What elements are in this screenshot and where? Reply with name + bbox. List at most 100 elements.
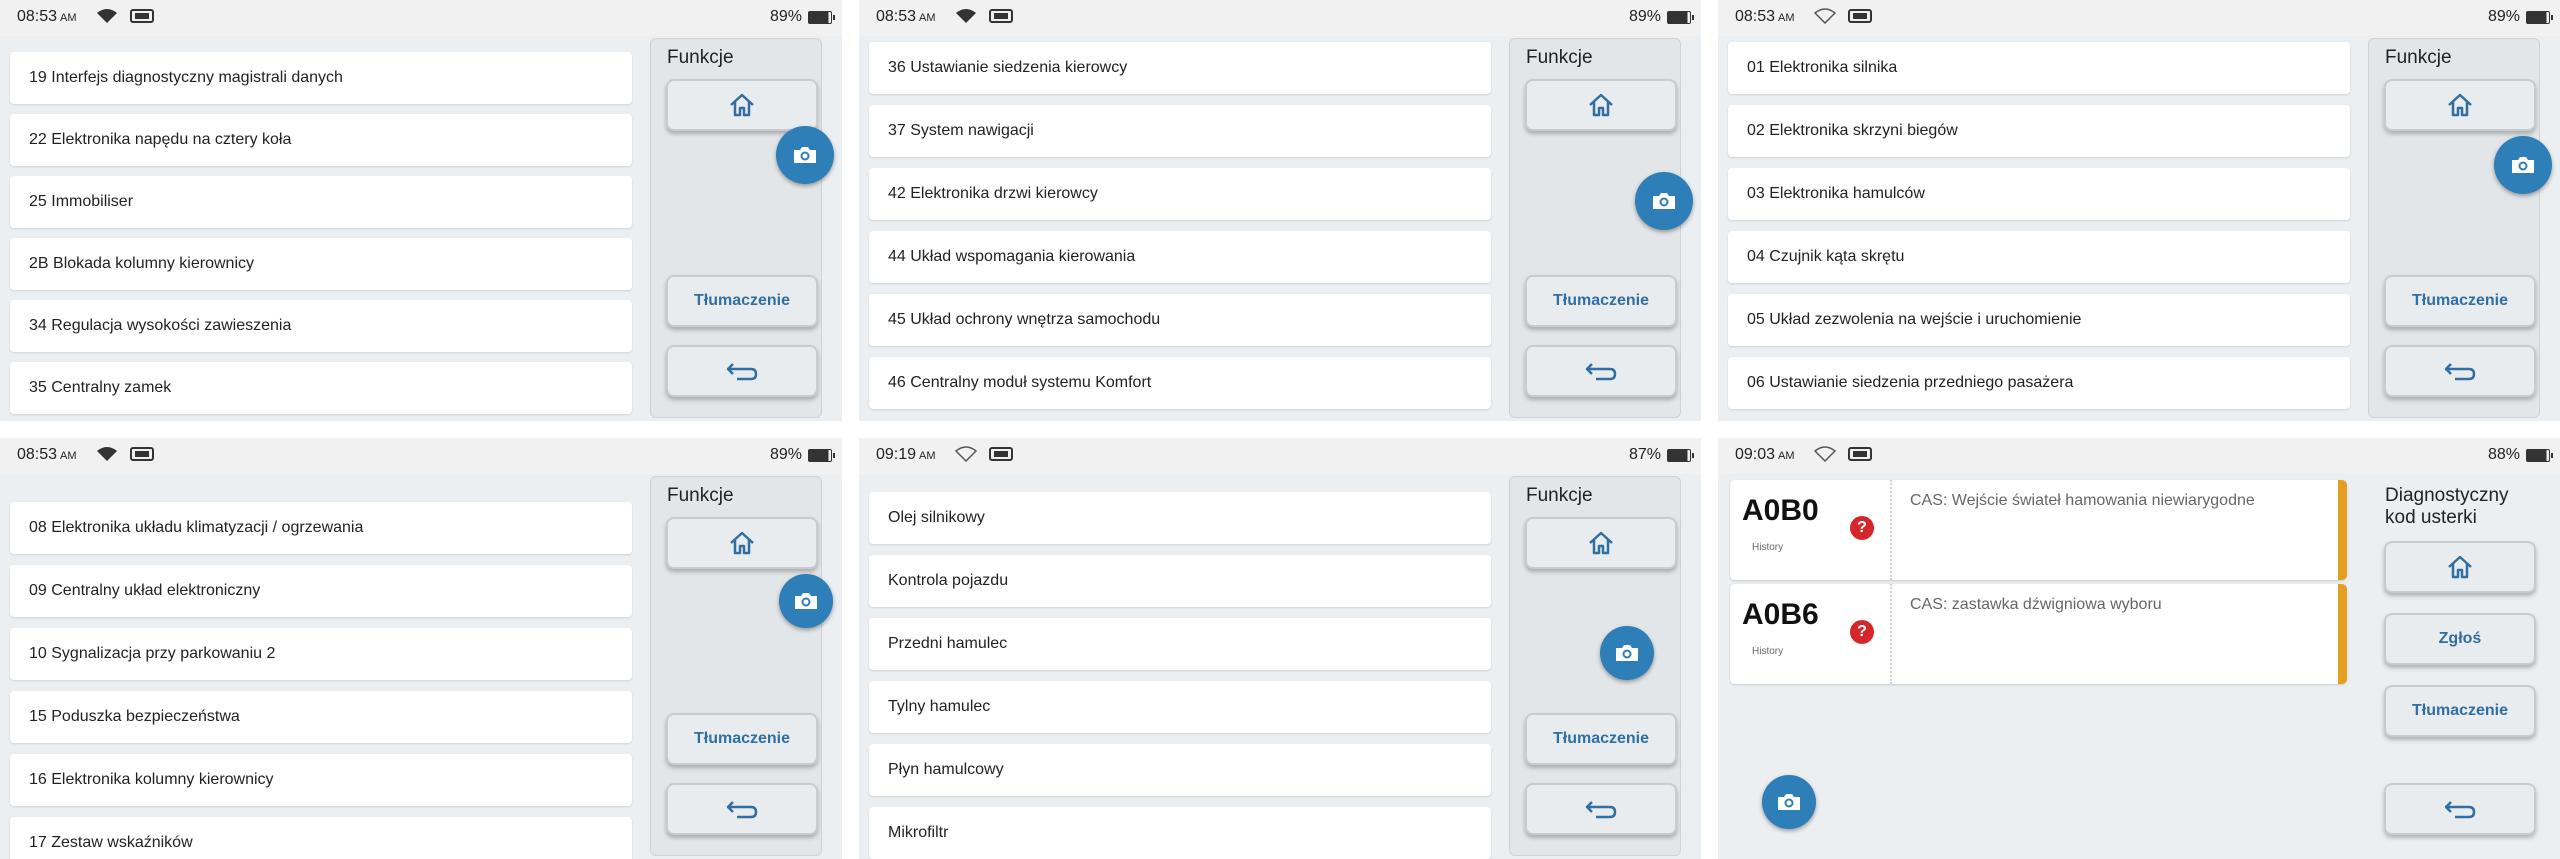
list-item[interactable]: Przedni hamulec bbox=[869, 618, 1491, 670]
translate-button[interactable]: Tłumaczenie bbox=[1525, 275, 1677, 327]
list-item[interactable]: 09 Centralny układ elektroniczny bbox=[10, 565, 632, 617]
status-time: 08:53 AM bbox=[17, 446, 77, 463]
list-item[interactable]: 19 Interfejs diagnostyczny magistrali da… bbox=[10, 52, 632, 104]
list-item[interactable]: 15 Poduszka bezpieczeństwa bbox=[10, 691, 632, 743]
list-item[interactable]: 2B Blokada kolumny kierownicy bbox=[10, 238, 632, 290]
dtc-card[interactable]: A0B6 History ? CAS: zastawka dźwigniowa … bbox=[1730, 584, 2347, 684]
list-item[interactable]: 37 System nawigacji bbox=[869, 105, 1491, 157]
list-item[interactable]: Kontrola pojazdu bbox=[869, 555, 1491, 607]
back-button[interactable] bbox=[1525, 345, 1677, 397]
screenshot-camera-button[interactable] bbox=[776, 126, 834, 184]
list-item[interactable]: 44 Układ wspomagania kierowania bbox=[869, 231, 1491, 283]
status-time: 09:03 AM bbox=[1735, 446, 1795, 463]
list-item[interactable]: 42 Elektronika drzwi kierowcy bbox=[869, 168, 1491, 220]
home-button[interactable] bbox=[666, 517, 818, 569]
list-item[interactable]: 35 Centralny zamek bbox=[10, 362, 632, 414]
question-icon[interactable]: ? bbox=[1850, 516, 1874, 540]
sidebar-title: Diagnostyczny kod usterki bbox=[2385, 485, 2509, 528]
battery-status: 89% bbox=[770, 8, 835, 26]
sidebar-title: Funkcje bbox=[2385, 47, 2452, 68]
list-item[interactable]: 46 Centralny moduł systemu Komfort bbox=[869, 357, 1491, 409]
dtc-history-label: History bbox=[1752, 542, 1784, 553]
list-item[interactable]: 25 Immobiliser bbox=[10, 176, 632, 228]
status-bar: 09:19 AM 87% bbox=[859, 438, 1701, 474]
list-item[interactable]: 05 Układ zezwolenia na wejście i uruchom… bbox=[1728, 294, 2350, 346]
translate-button[interactable]: Tłumaczenie bbox=[2384, 685, 2536, 737]
translate-button[interactable]: Tłumaczenie bbox=[1525, 713, 1677, 765]
question-icon[interactable]: ? bbox=[1850, 620, 1874, 644]
home-button[interactable] bbox=[1525, 517, 1677, 569]
dtc-history-label: History bbox=[1752, 646, 1784, 657]
home-button[interactable] bbox=[666, 79, 818, 131]
wifi-icon bbox=[955, 446, 977, 462]
back-arrow-icon bbox=[2444, 363, 2476, 381]
vci-device-icon bbox=[1848, 9, 1872, 23]
dtc-code-area: A0B6 History ? bbox=[1730, 584, 1892, 684]
battery-icon bbox=[2526, 448, 2553, 462]
battery-icon bbox=[808, 448, 835, 462]
back-arrow-icon bbox=[1585, 363, 1617, 381]
vci-device-icon bbox=[989, 447, 1013, 461]
list-item[interactable]: Tylny hamulec bbox=[869, 681, 1491, 733]
dtc-card[interactable]: A0B0 History ? CAS: Wejście świateł hamo… bbox=[1730, 480, 2347, 580]
back-button[interactable] bbox=[2384, 783, 2536, 835]
list-item[interactable]: Olej silnikowy bbox=[869, 492, 1491, 544]
screen-panel-6: 09:03 AM 88% A0B0 History ? CAS: Wejście … bbox=[1718, 438, 2560, 859]
screen-panel-4: 08:53 AM 89% 08 Elektronika układu klimat… bbox=[0, 438, 842, 859]
back-button[interactable] bbox=[1525, 783, 1677, 835]
home-button[interactable] bbox=[2384, 79, 2536, 131]
camera-icon bbox=[1653, 193, 1675, 209]
back-button[interactable] bbox=[2384, 345, 2536, 397]
sidebar-title: Funkcje bbox=[667, 47, 734, 68]
battery-icon bbox=[2526, 10, 2553, 24]
list-item[interactable]: 08 Elektronika układu klimatyzacji / ogr… bbox=[10, 502, 632, 554]
wifi-icon bbox=[956, 9, 976, 23]
screenshot-camera-button[interactable] bbox=[2494, 136, 2552, 194]
function-sidebar: Funkcje Tłumaczenie bbox=[650, 38, 822, 418]
translate-button[interactable]: Tłumaczenie bbox=[666, 713, 818, 765]
dtc-code-area: A0B0 History ? bbox=[1730, 480, 1892, 580]
screenshot-camera-button[interactable] bbox=[779, 574, 833, 628]
list-item[interactable]: 22 Elektronika napędu na cztery koła bbox=[10, 114, 632, 166]
home-icon bbox=[1589, 93, 1613, 117]
list-item[interactable]: 02 Elektronika skrzyni biegów bbox=[1728, 105, 2350, 157]
back-button[interactable] bbox=[666, 345, 818, 397]
report-button[interactable]: Zgłoś bbox=[2384, 613, 2536, 665]
home-button[interactable] bbox=[1525, 79, 1677, 131]
screen-panel-1: 08:53 AM 89% 19 Interfejs diagnostyczny m… bbox=[0, 0, 842, 421]
list-item[interactable]: 34 Regulacja wysokości zawieszenia bbox=[10, 300, 632, 352]
sidebar-title: Funkcje bbox=[1526, 485, 1593, 506]
list-item[interactable]: 04 Czujnik kąta skrętu bbox=[1728, 231, 2350, 283]
list-item[interactable]: 01 Elektronika silnika bbox=[1728, 42, 2350, 94]
vci-device-icon bbox=[1848, 447, 1872, 461]
status-time: 09:19 AM bbox=[876, 446, 936, 463]
screen-panel-3: 08:53 AM 89% 01 Elektronika silnika 02 El… bbox=[1718, 0, 2560, 421]
screenshot-camera-button[interactable] bbox=[1762, 775, 1816, 829]
dtc-description: CAS: zastawka dźwigniowa wyboru bbox=[1910, 596, 2162, 613]
list-item[interactable]: Mikrofiltr bbox=[869, 807, 1491, 859]
status-bar: 08:53 AM 89% bbox=[0, 0, 842, 36]
wifi-icon bbox=[97, 447, 117, 461]
back-button[interactable] bbox=[666, 783, 818, 835]
camera-icon bbox=[1778, 794, 1800, 810]
translate-button[interactable]: Tłumaczenie bbox=[2384, 275, 2536, 327]
list-item[interactable]: 06 Ustawianie siedzenia przedniego pasaż… bbox=[1728, 357, 2350, 409]
dtc-code: A0B6 bbox=[1742, 598, 1819, 631]
screen-panel-2: 08:53 AM 89% 36 Ustawianie siedzenia kier… bbox=[859, 0, 1701, 421]
screenshot-camera-button[interactable] bbox=[1635, 172, 1693, 230]
battery-status: 87% bbox=[1629, 446, 1694, 464]
list-item[interactable]: 03 Elektronika hamulców bbox=[1728, 168, 2350, 220]
list-item[interactable]: 10 Sygnalizacja przy parkowaniu 2 bbox=[10, 628, 632, 680]
function-sidebar: Funkcje Tłumaczenie bbox=[2368, 38, 2540, 418]
sidebar-title: Funkcje bbox=[1526, 47, 1593, 68]
list-item[interactable]: 17 Zestaw wskaźników bbox=[10, 817, 632, 859]
list-item[interactable]: 36 Ustawianie siedzenia kierowcy bbox=[869, 42, 1491, 94]
home-icon bbox=[730, 93, 754, 117]
list-item[interactable]: Płyn hamulcowy bbox=[869, 744, 1491, 796]
screenshot-camera-button[interactable] bbox=[1600, 626, 1654, 680]
translate-button[interactable]: Tłumaczenie bbox=[666, 275, 818, 327]
battery-status: 89% bbox=[2488, 8, 2553, 26]
home-button[interactable] bbox=[2384, 541, 2536, 593]
list-item[interactable]: 16 Elektronika kolumny kierownicy bbox=[10, 754, 632, 806]
list-item[interactable]: 45 Układ ochrony wnętrza samochodu bbox=[869, 294, 1491, 346]
